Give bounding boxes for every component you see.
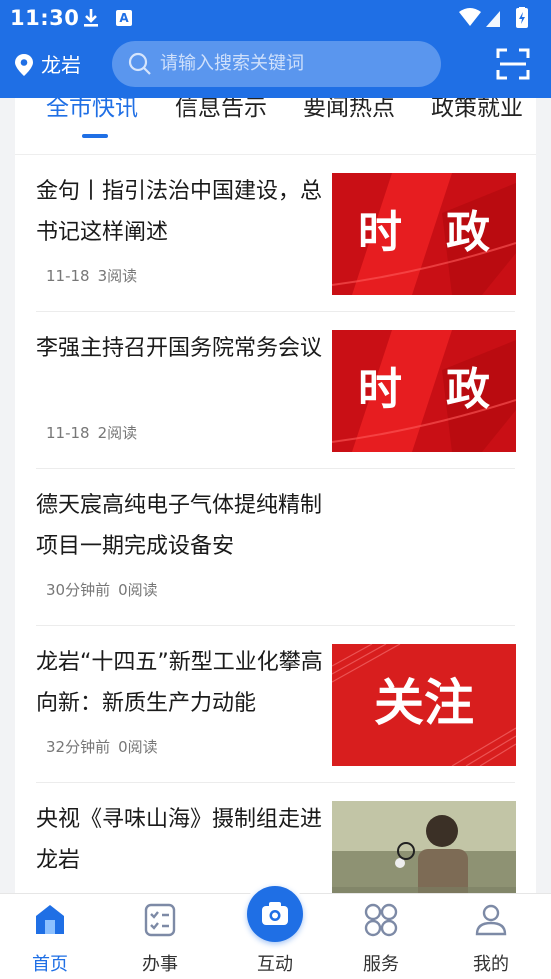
- active-tab-indicator: [82, 134, 108, 138]
- location-label: 龙岩: [41, 53, 81, 77]
- news-thumbnail-photo: [332, 801, 516, 898]
- news-title: 德天宸高纯电子气体提纯精制项目一期完成设备安: [36, 493, 323, 559]
- news-date: 32分钟前: [46, 738, 111, 756]
- download-icon: [84, 9, 98, 27]
- nav-services[interactable]: 服务: [341, 894, 421, 979]
- nav-affairs[interactable]: 办事: [120, 894, 200, 979]
- nav-label: 互动: [257, 954, 293, 975]
- news-title: 金句丨指引法治中国建设，总书记这样阐述: [36, 179, 323, 245]
- news-item[interactable]: 金句丨指引法治中国建设，总书记这样阐述 11-18 3阅读 时 政: [15, 155, 536, 312]
- location-pin-icon: [15, 54, 33, 76]
- nav-home[interactable]: 首页: [10, 894, 90, 979]
- news-title: 央视《寻味山海》摄制组走进龙岩: [36, 807, 323, 873]
- news-item[interactable]: 李强主持召开国务院常务会议 11-18 2阅读 时 政: [15, 312, 536, 469]
- news-meta: 30分钟前 0阅读: [46, 579, 166, 600]
- nav-profile[interactable]: 我的: [451, 894, 531, 979]
- services-grid-icon: [364, 903, 398, 937]
- scan-icon[interactable]: [496, 47, 530, 81]
- status-time: 11:30: [10, 6, 80, 30]
- news-title: 龙岩“十四五”新型工业化攀高向新：新质生产力动能: [36, 650, 323, 716]
- news-reads: 0阅读: [118, 581, 158, 599]
- news-thumbnail: 时 政: [332, 330, 516, 452]
- system-status-icons: [459, 7, 528, 28]
- news-date: 30分钟前: [46, 581, 111, 599]
- checklist-icon: [144, 903, 176, 937]
- nav-label: 首页: [32, 954, 68, 975]
- category-tabs: 全市快讯 信息告示 要闻热点 政策就业: [15, 98, 536, 155]
- bottom-nav: 首页 办事 互动 服务 我的: [0, 882, 551, 979]
- news-reads: 2阅读: [97, 424, 138, 442]
- news-thumbnail: 关注: [332, 644, 516, 766]
- tab-city-news[interactable]: 全市快讯: [46, 98, 138, 121]
- search-placeholder: 请输入搜索关键词: [160, 53, 304, 74]
- search-input[interactable]: 请输入搜索关键词: [112, 41, 441, 87]
- thumb-caption: 时 政: [358, 207, 490, 258]
- nav-label: 服务: [363, 954, 399, 975]
- profile-icon: [475, 904, 507, 936]
- news-card: 全市快讯 信息告示 要闻热点 政策就业 金句丨指引法治中国建设，总书记这样阐述 …: [15, 98, 536, 898]
- tab-notices[interactable]: 信息告示: [175, 98, 267, 121]
- news-date: 11-18: [46, 424, 90, 442]
- news-title: 李强主持召开国务院常务会议: [36, 336, 323, 361]
- news-item[interactable]: 龙岩“十四五”新型工业化攀高向新：新质生产力动能 32分钟前 0阅读 关注: [15, 626, 536, 783]
- home-icon: [36, 905, 64, 934]
- app-screen: 11:30 A 龙岩 请输入搜索关键词 全市快讯 信息告示 要闻热点 政策就业 …: [0, 0, 551, 979]
- news-reads: 0阅读: [118, 738, 158, 756]
- tab-hot-news[interactable]: 要闻热点: [303, 98, 395, 121]
- notification-a-icon: A: [116, 10, 132, 26]
- news-thumbnail: 时 政: [332, 173, 516, 295]
- news-reads: 3阅读: [97, 267, 138, 285]
- news-meta: 11-18 2阅读: [46, 422, 145, 443]
- nav-label: 办事: [142, 954, 178, 975]
- news-item[interactable]: 央视《寻味山海》摄制组走进龙岩: [15, 783, 536, 898]
- news-date: 11-18: [46, 267, 90, 285]
- tab-policy-jobs[interactable]: 政策就业: [431, 98, 523, 121]
- thumb-caption: 关注: [374, 674, 474, 732]
- nav-label: 我的: [473, 954, 509, 975]
- nav-interact[interactable]: 互动: [235, 894, 315, 979]
- news-meta: 32分钟前 0阅读: [46, 736, 166, 757]
- status-bar: 11:30 A: [0, 0, 551, 36]
- app-header: 11:30 A 龙岩 请输入搜索关键词: [0, 0, 551, 98]
- news-item[interactable]: 德天宸高纯电子气体提纯精制项目一期完成设备安 30分钟前 0阅读: [15, 469, 536, 626]
- thumb-caption: 时 政: [358, 364, 490, 415]
- search-icon: [128, 52, 151, 75]
- news-meta: 11-18 3阅读: [46, 265, 145, 286]
